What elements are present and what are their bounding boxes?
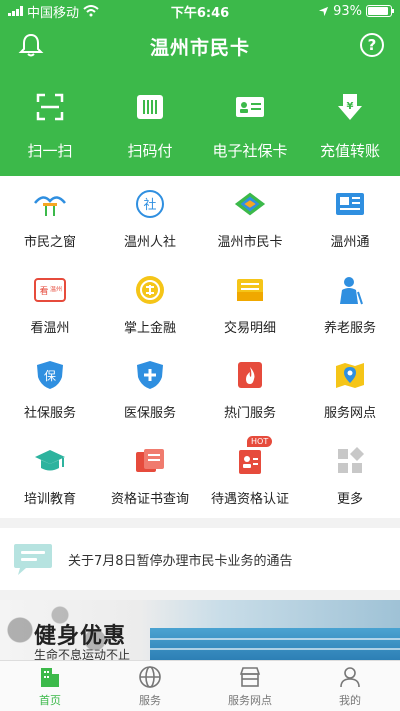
service-wenzhou-hr[interactable]: 社 温州人社 xyxy=(100,176,200,262)
notice-text: 关于7月8日暂停办理市民卡业务的通告 xyxy=(68,553,293,569)
service-social-security[interactable]: 保 社保服务 xyxy=(0,347,100,433)
window-icon xyxy=(34,196,66,217)
pool-lane xyxy=(150,648,400,650)
swimming-pool-image xyxy=(150,628,400,660)
card-logo-icon xyxy=(234,192,266,216)
service-training-education[interactable]: 培训教育 xyxy=(0,433,100,519)
bottom-tab-bar: 首页 服务 服务网点 我的 xyxy=(0,660,400,711)
tab-services[interactable]: 服务 xyxy=(100,661,200,711)
banner-subtitle: 生命不息运动不止 xyxy=(34,648,131,660)
tv-icon: 看温州 xyxy=(34,277,66,302)
service-certificate-query[interactable]: 资格证书查询 xyxy=(100,433,200,519)
auth-card-icon xyxy=(239,449,261,474)
shield-bao-icon: 保 xyxy=(37,361,63,390)
battery-icon xyxy=(366,5,394,17)
globe-icon xyxy=(139,665,161,688)
certificate-icon xyxy=(136,448,164,472)
person-icon xyxy=(340,666,360,687)
status-bar: 中国移动 下午6:46 93% xyxy=(0,0,400,22)
svg-text:¥: ¥ xyxy=(347,101,354,112)
quick-recharge-transfer[interactable]: ¥ 充值转账 xyxy=(300,70,400,176)
store-icon xyxy=(239,666,261,687)
svg-text:温州: 温州 xyxy=(50,285,62,293)
notice-bar[interactable]: 关于7月8日暂停办理市民卡业务的通告 xyxy=(0,528,400,590)
tab-mine[interactable]: 我的 xyxy=(300,661,400,711)
hot-badge: HOT xyxy=(247,435,273,447)
service-more[interactable]: 更多 xyxy=(300,433,400,519)
service-citizen-window[interactable]: 市民之窗 xyxy=(0,176,100,262)
pool-lane xyxy=(150,638,400,640)
home-building-icon xyxy=(41,667,59,687)
barcode-icon xyxy=(137,95,163,119)
quick-actions: 扫一扫 扫码付 电子社保卡 ¥ 充值转账 xyxy=(0,70,400,176)
service-popular[interactable]: 热门服务 xyxy=(200,347,300,433)
elder-icon xyxy=(340,276,363,305)
svg-text:保: 保 xyxy=(44,369,56,383)
service-mobile-finance[interactable]: 掌上金融 xyxy=(100,262,200,348)
newspaper-icon xyxy=(336,193,364,216)
app-header: 温州市民卡 ? xyxy=(0,22,400,70)
service-elderly-care[interactable]: 养老服务 xyxy=(300,262,400,348)
she-icon: 社 xyxy=(136,190,164,219)
service-grid: 市民之窗 社 温州人社 温州市民卡 温州通 看温州 看温州 掌上金融 交易明细 … xyxy=(0,176,400,518)
id-card-icon xyxy=(236,97,264,117)
shield-plus-icon xyxy=(137,361,163,390)
service-wenzhou-citizen-card[interactable]: 温州市民卡 xyxy=(200,176,300,262)
chat-bubble-icon xyxy=(14,544,52,575)
svg-text:看: 看 xyxy=(39,285,48,297)
coin-icon xyxy=(136,275,164,304)
promo-banner[interactable]: 健身优惠 生命不息运动不止 xyxy=(0,600,400,660)
page-title: 温州市民卡 xyxy=(149,36,250,59)
map-pin-icon xyxy=(336,363,364,389)
bell-icon[interactable] xyxy=(18,32,44,58)
more-grid-icon xyxy=(338,446,364,473)
folder-icon xyxy=(237,278,263,301)
quick-e-social-card[interactable]: 电子社保卡 xyxy=(200,70,300,176)
fire-icon xyxy=(238,362,262,389)
service-medical-insurance[interactable]: 医保服务 xyxy=(100,347,200,433)
tab-outlets[interactable]: 服务网点 xyxy=(200,661,300,711)
scan-icon xyxy=(36,93,64,121)
tab-home[interactable]: 首页 xyxy=(0,661,100,711)
yuan-download-icon: ¥ xyxy=(338,94,362,120)
quick-barcode-pay[interactable]: 扫码付 xyxy=(100,70,200,176)
service-wenzhou-tong[interactable]: 温州通 xyxy=(300,176,400,262)
service-benefit-qualification[interactable]: HOT 待遇资格认证 xyxy=(200,433,300,519)
help-icon[interactable]: ? xyxy=(360,33,384,57)
svg-text:社: 社 xyxy=(143,197,156,213)
service-outlets[interactable]: 服务网点 xyxy=(300,347,400,433)
quick-scan[interactable]: 扫一扫 xyxy=(0,70,100,176)
status-time: 下午6:46 xyxy=(170,5,230,21)
graduation-cap-icon xyxy=(35,449,65,471)
service-watch-wenzhou[interactable]: 看温州 看温州 xyxy=(0,262,100,348)
service-transaction-details[interactable]: 交易明细 xyxy=(200,262,300,348)
